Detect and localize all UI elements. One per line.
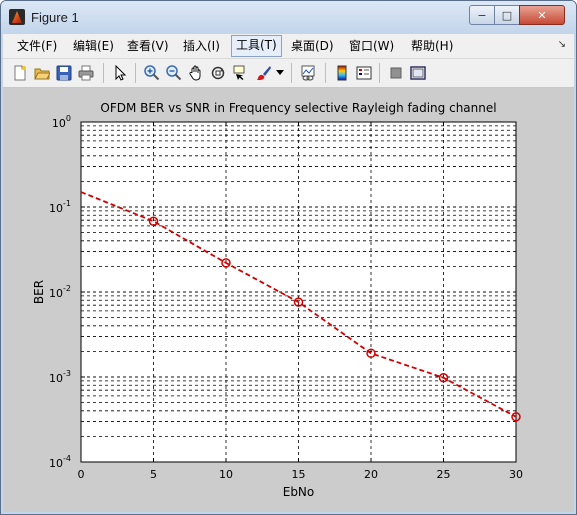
brush-icon[interactable] xyxy=(255,64,273,82)
toolbar-separator xyxy=(325,63,326,83)
brush-dropdown-icon[interactable] xyxy=(275,64,285,82)
toolbar-separator xyxy=(379,63,380,83)
menu-window[interactable]: 窗口(W) xyxy=(345,36,398,56)
menu-tools[interactable]: 工具(T) xyxy=(231,35,282,57)
rotate-3d-icon[interactable] xyxy=(209,64,227,82)
y-tick-label: 10-3 xyxy=(49,369,71,385)
x-tick-label: 5 xyxy=(150,468,157,481)
open-file-icon[interactable] xyxy=(33,64,51,82)
minimize-button[interactable]: − xyxy=(469,5,495,25)
print-icon[interactable] xyxy=(77,64,95,82)
window-title: Figure 1 xyxy=(31,10,79,25)
menu-file[interactable]: 文件(F) xyxy=(13,36,61,56)
ber-chart: 0 5 10 15 20 25 30 10-4 10-3 10-2 10-1 100 OFDM BER … xyxy=(32,101,523,499)
maximize-button[interactable]: □ xyxy=(494,5,520,25)
toolbar-separator xyxy=(291,63,292,83)
link-plot-icon[interactable] xyxy=(299,64,317,82)
show-plot-tools-icon[interactable] xyxy=(409,64,427,82)
title-bar[interactable]: Figure 1 − □ ✕ xyxy=(1,1,576,34)
menu-desktop[interactable]: 桌面(D) xyxy=(287,36,338,56)
menu-bar: 文件(F) 编辑(E) 查看(V) 插入(I) 工具(T) 桌面(D) 窗口(W… xyxy=(3,34,574,59)
menu-edit[interactable]: 编辑(E) xyxy=(69,36,118,56)
save-icon[interactable] xyxy=(55,64,73,82)
toolbar-separator xyxy=(103,63,104,83)
menu-view[interactable]: 查看(V) xyxy=(123,36,173,56)
data-cursor-icon[interactable] xyxy=(231,64,249,82)
x-tick-label: 25 xyxy=(437,468,451,481)
x-axis-label: EbNo xyxy=(283,485,315,499)
chart-title: OFDM BER vs SNR in Frequency selective R… xyxy=(100,101,496,115)
x-tick-label: 10 xyxy=(219,468,233,481)
y-tick-label: 10-4 xyxy=(49,454,71,470)
colorbar-icon[interactable] xyxy=(333,64,351,82)
x-tick-label: 15 xyxy=(292,468,306,481)
zoom-out-icon[interactable] xyxy=(165,64,183,82)
zoom-in-icon[interactable] xyxy=(143,64,161,82)
pointer-icon[interactable] xyxy=(111,64,129,82)
hide-plot-tools-icon[interactable] xyxy=(387,64,405,82)
x-tick-label: 0 xyxy=(78,468,85,481)
menu-help[interactable]: 帮助(H) xyxy=(407,36,457,56)
legend-icon[interactable] xyxy=(355,64,373,82)
toolbar xyxy=(3,59,574,88)
close-button[interactable]: ✕ xyxy=(519,5,565,25)
toolbar-separator xyxy=(135,63,136,83)
y-tick-label: 10-2 xyxy=(49,284,71,300)
pan-icon[interactable] xyxy=(187,64,205,82)
menu-insert[interactable]: 插入(I) xyxy=(179,36,224,56)
x-tick-label: 30 xyxy=(509,468,523,481)
new-figure-icon[interactable] xyxy=(11,64,29,82)
y-axis-label: BER xyxy=(32,280,46,304)
y-tick-label: 100 xyxy=(52,114,71,130)
matlab-logo-icon xyxy=(9,9,25,25)
figure-canvas[interactable]: 0 5 10 15 20 25 30 10-4 10-3 10-2 10-1 100 OFDM BER … xyxy=(3,88,574,512)
x-tick-label: 20 xyxy=(364,468,378,481)
figure-window: Figure 1 − □ ✕ 文件(F) 编辑(E) 查看(V) 插入(I) 工… xyxy=(0,0,577,515)
y-tick-label: 10-1 xyxy=(49,199,71,215)
menu-overflow-arrow-icon[interactable]: ↘ xyxy=(558,39,566,50)
